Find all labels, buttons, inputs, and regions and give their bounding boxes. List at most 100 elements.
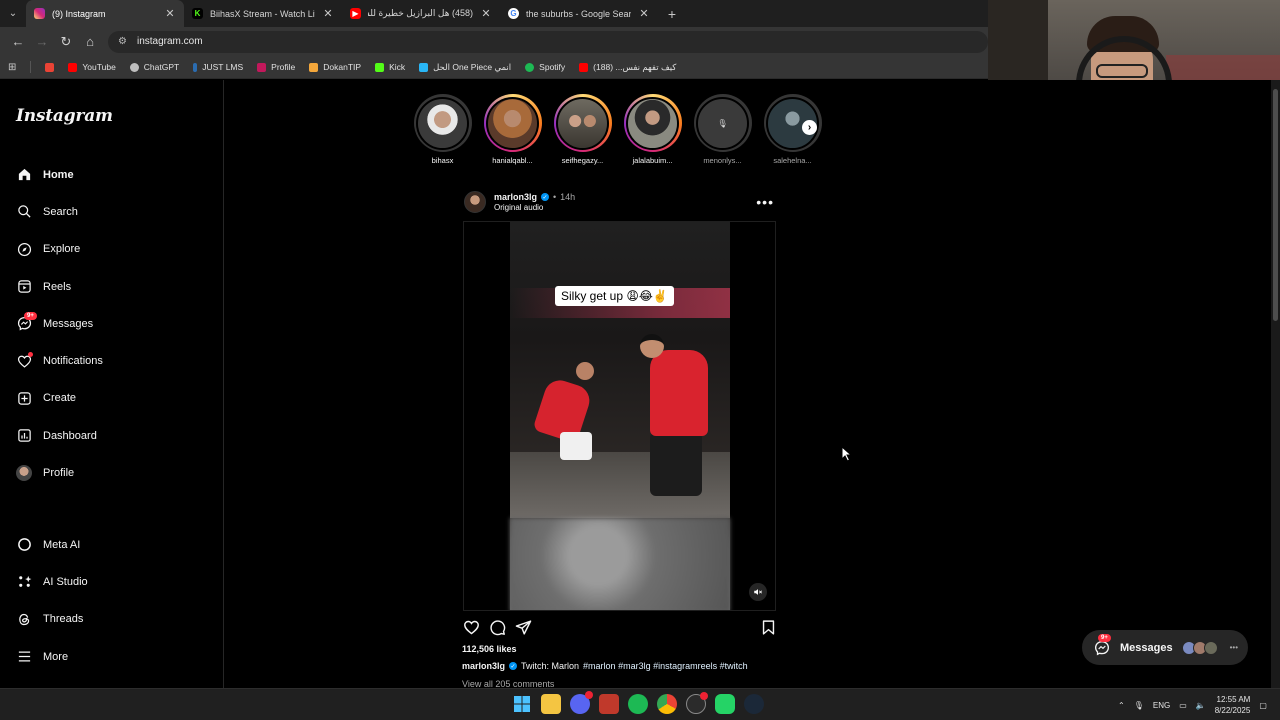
stories-next-button[interactable]: ›: [802, 120, 817, 135]
comment-button[interactable]: [488, 618, 506, 636]
profile-icon: [257, 62, 267, 72]
post-audio[interactable]: Original audio: [494, 203, 575, 212]
tab-youtube[interactable]: ▶ (458) هل البرازيل خطيرة للسفر؟ ✕: [342, 0, 500, 27]
sidebar-item-dashboard[interactable]: Dashboard: [16, 417, 216, 454]
microphone-icon[interactable]: 🎙: [1134, 701, 1144, 710]
windows-start-icon[interactable]: [512, 694, 532, 714]
bookmarks-bar: ⊞ YouTube ChatGPT JUST LMS Profile Dokan…: [0, 56, 988, 79]
gmail-icon: [45, 62, 55, 72]
bookmark-youtube-video[interactable]: كيف تفهم نفس... (188): [579, 62, 676, 73]
more-options-icon[interactable]: •••: [756, 194, 774, 210]
bookmark-gmail[interactable]: [45, 62, 55, 72]
close-icon[interactable]: ✕: [638, 7, 650, 20]
avatar[interactable]: [464, 191, 486, 213]
obs-icon[interactable]: [686, 692, 708, 714]
language-indicator[interactable]: ENG: [1153, 701, 1170, 710]
story-item[interactable]: seifhegazy...: [552, 94, 613, 166]
sidebar-item-home[interactable]: Home: [16, 156, 216, 193]
whatsapp-icon[interactable]: [715, 694, 735, 714]
bookmark-spotify[interactable]: Spotify: [525, 62, 565, 72]
sidebar-item-messages[interactable]: 9+ Messages: [16, 305, 216, 342]
tab-search-button[interactable]: ⌄: [0, 0, 26, 27]
caption-hashtags[interactable]: #marlon #mar3lg #instagramreels #twitch: [583, 661, 748, 671]
instagram-logo[interactable]: Instagram: [16, 106, 113, 126]
discord-icon[interactable]: [570, 691, 593, 714]
bookmark-profile[interactable]: Profile: [257, 62, 295, 72]
chrome-icon[interactable]: [657, 694, 677, 714]
sidebar-item-label: Notifications: [43, 355, 103, 368]
apps-icon[interactable]: ⊞: [8, 62, 16, 73]
post-media[interactable]: Silky get up 😩😂✌️: [463, 221, 776, 611]
recent-chat-avatars: [1181, 640, 1218, 655]
bookmark-kick[interactable]: Kick: [375, 62, 405, 72]
reel-video[interactable]: Silky get up 😩😂✌️: [510, 222, 730, 610]
new-tab-button[interactable]: +: [658, 0, 686, 27]
page-scrollbar[interactable]: [1271, 80, 1280, 688]
clock[interactable]: 12:55 AM 8/22/2025: [1215, 694, 1251, 716]
story-item[interactable]: hanialqabl...: [482, 94, 543, 166]
menu-icon: [16, 649, 32, 665]
site-info-icon[interactable]: ⚙: [118, 36, 127, 47]
close-icon[interactable]: ✕: [322, 7, 334, 20]
home-button[interactable]: ⌂: [78, 30, 102, 54]
likes-count[interactable]: 112,506 likes: [462, 644, 517, 654]
mouse-cursor-icon: [841, 446, 853, 462]
sidebar-item-label: More: [43, 650, 69, 663]
sidebar-item-meta-ai[interactable]: Meta AI: [16, 526, 216, 563]
speaker-icon[interactable]: 🔈: [1196, 701, 1206, 710]
youtube-icon: [579, 62, 589, 72]
sidebar-item-reels[interactable]: Reels: [16, 268, 216, 305]
w-icon: [419, 62, 429, 72]
file-explorer-icon[interactable]: [541, 694, 561, 714]
story-item[interactable]: jalalabuim...: [622, 94, 683, 166]
story-item[interactable]: 🎙 menonlys...: [692, 94, 753, 166]
reload-button[interactable]: ↻: [54, 30, 78, 54]
sidebar-item-notifications[interactable]: Notifications: [16, 342, 216, 379]
sidebar-item-explore[interactable]: Explore: [16, 231, 216, 268]
sidebar-item-create[interactable]: Create: [16, 380, 216, 417]
like-button[interactable]: [462, 618, 480, 636]
address-bar[interactable]: ⚙ instagram.com: [108, 30, 988, 53]
share-button[interactable]: [514, 618, 532, 636]
notifications-icon[interactable]: ▢: [1259, 701, 1267, 710]
bookmark-one-piece[interactable]: الحل One Piece انمي: [419, 62, 511, 73]
bookmark-youtube[interactable]: YouTube: [68, 62, 116, 72]
bookmark-just-lms[interactable]: JUST LMS: [193, 62, 243, 72]
story-item[interactable]: bihasx: [412, 94, 473, 166]
bookmark-dokantip[interactable]: DokanTIP: [309, 62, 361, 72]
forward-button[interactable]: →: [30, 30, 54, 54]
bookmark-label: Profile: [271, 62, 296, 72]
sidebar-item-threads[interactable]: Threads: [16, 601, 216, 638]
sidebar-item-ai-studio[interactable]: AI Studio: [16, 563, 216, 600]
lms-icon: [193, 62, 198, 72]
post-time[interactable]: 14h: [560, 192, 575, 202]
sheets-app-icon[interactable]: [599, 694, 619, 714]
back-button[interactable]: ←: [6, 30, 30, 54]
ai-studio-icon: [16, 574, 32, 590]
caption-username[interactable]: marlon3lg: [462, 661, 505, 671]
stories-tray: bihasx hanialqabl... seifhegazy... jalal…: [412, 94, 832, 166]
home-icon: [16, 167, 32, 183]
sidebar-item-label: Profile: [43, 467, 75, 480]
mute-button[interactable]: [749, 583, 767, 601]
close-icon[interactable]: ✕: [480, 7, 492, 20]
tab-instagram[interactable]: (9) Instagram ✕: [26, 0, 184, 27]
post-username[interactable]: marlon3lg: [494, 192, 537, 202]
sidebar-item-label: Home: [43, 168, 74, 181]
bookmark-chatgpt[interactable]: ChatGPT: [129, 62, 179, 72]
save-button[interactable]: [759, 618, 777, 636]
tab-google[interactable]: G the suburbs - Google Search ✕: [500, 0, 658, 27]
verified-icon: ✓: [541, 193, 550, 201]
sidebar-item-more[interactable]: More: [16, 638, 216, 675]
messages-pill[interactable]: 9+ Messages •••: [1082, 630, 1248, 665]
network-icon[interactable]: ▭: [1179, 701, 1187, 710]
spotify-icon[interactable]: [628, 694, 648, 714]
chevron-up-icon[interactable]: ⌃: [1118, 701, 1125, 710]
scrollbar-thumb[interactable]: [1273, 89, 1278, 321]
sidebar-item-profile[interactable]: Profile: [16, 454, 216, 491]
steam-icon[interactable]: [744, 694, 764, 714]
tab-kick[interactable]: K BiihasX Stream - Watch Live on ✕: [184, 0, 342, 27]
threads-icon: [16, 611, 32, 627]
sidebar-item-search[interactable]: Search: [16, 193, 216, 230]
close-icon[interactable]: ✕: [164, 7, 176, 20]
